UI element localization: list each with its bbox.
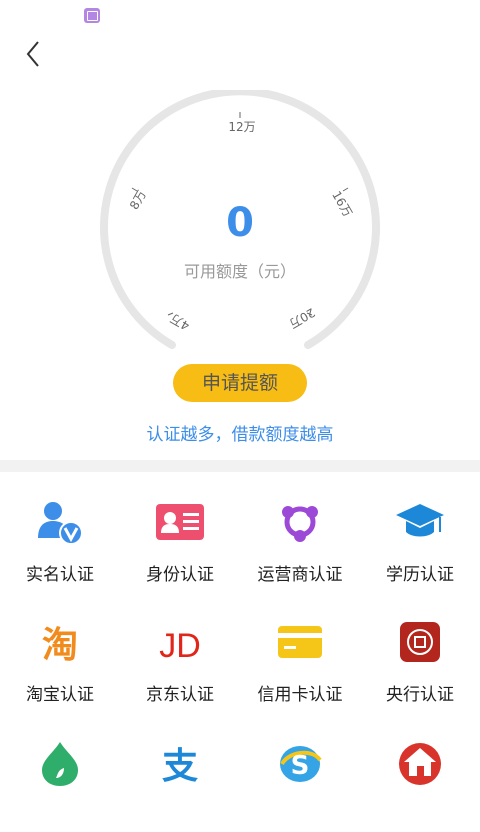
alipay-icon: 支 xyxy=(162,746,198,786)
auth-item-carrier[interactable]: 运营商认证 xyxy=(240,472,360,592)
auth-item-label: 京东认证 xyxy=(146,685,214,705)
auth-item-education[interactable]: 学历认证 xyxy=(360,472,480,592)
auth-item-drop[interactable] xyxy=(0,712,120,832)
education-icon xyxy=(396,504,444,537)
auth-item-label: 淘宝认证 xyxy=(26,685,94,705)
social-security-icon: S xyxy=(280,746,322,782)
jd-icon: JD xyxy=(159,627,201,665)
taobao-icon: 淘 xyxy=(42,625,78,666)
auth-item-social-security[interactable]: S xyxy=(240,712,360,832)
auth-item-real-name[interactable]: 实名认证 xyxy=(0,472,120,592)
back-button[interactable] xyxy=(18,36,50,72)
auth-item-taobao[interactable]: 淘 淘宝认证 xyxy=(0,592,120,712)
section-divider xyxy=(0,460,480,472)
apply-increase-button[interactable]: 申请提额 xyxy=(173,364,307,402)
auth-item-house[interactable] xyxy=(360,712,480,832)
drop-icon xyxy=(42,742,78,786)
available-amount: 0 xyxy=(226,200,254,246)
credit-card-icon xyxy=(278,626,322,658)
auth-item-id[interactable]: 身份认证 xyxy=(120,472,240,592)
auth-item-label: 实名认证 xyxy=(26,565,94,585)
auth-item-label: 信用卡认证 xyxy=(257,685,343,705)
certification-hint: 认证越多，借款额度越高 xyxy=(146,425,334,445)
gauge-tick-12: 12万 xyxy=(228,120,255,134)
svg-text:支: 支 xyxy=(162,746,198,786)
central-bank-icon xyxy=(400,622,440,662)
auth-item-alipay[interactable]: 支 xyxy=(120,712,240,832)
chevron-left-icon xyxy=(26,41,39,67)
svg-text:S: S xyxy=(291,751,310,781)
available-amount-label: 可用额度（元） xyxy=(183,262,296,281)
gauge-tick-20: 20万 xyxy=(287,305,318,331)
notification-icon xyxy=(84,8,100,23)
id-card-icon xyxy=(156,504,204,540)
auth-item-label: 运营商认证 xyxy=(257,565,343,585)
svg-text:淘: 淘 xyxy=(42,625,78,666)
auth-item-central-bank[interactable]: 央行认证 xyxy=(360,592,480,712)
auth-item-label: 身份认证 xyxy=(146,565,214,585)
real-name-icon xyxy=(38,502,83,545)
gauge-tick-4: 4万 xyxy=(168,311,192,333)
carrier-icon xyxy=(282,506,318,542)
auth-item-credit-card[interactable]: 信用卡认证 xyxy=(240,592,360,712)
auth-item-label: 学历认证 xyxy=(386,565,454,585)
auth-item-label: 央行认证 xyxy=(386,685,454,705)
svg-text:JD: JD xyxy=(159,627,201,665)
auth-item-jd[interactable]: JD 京东认证 xyxy=(120,592,240,712)
house-icon xyxy=(399,743,441,785)
